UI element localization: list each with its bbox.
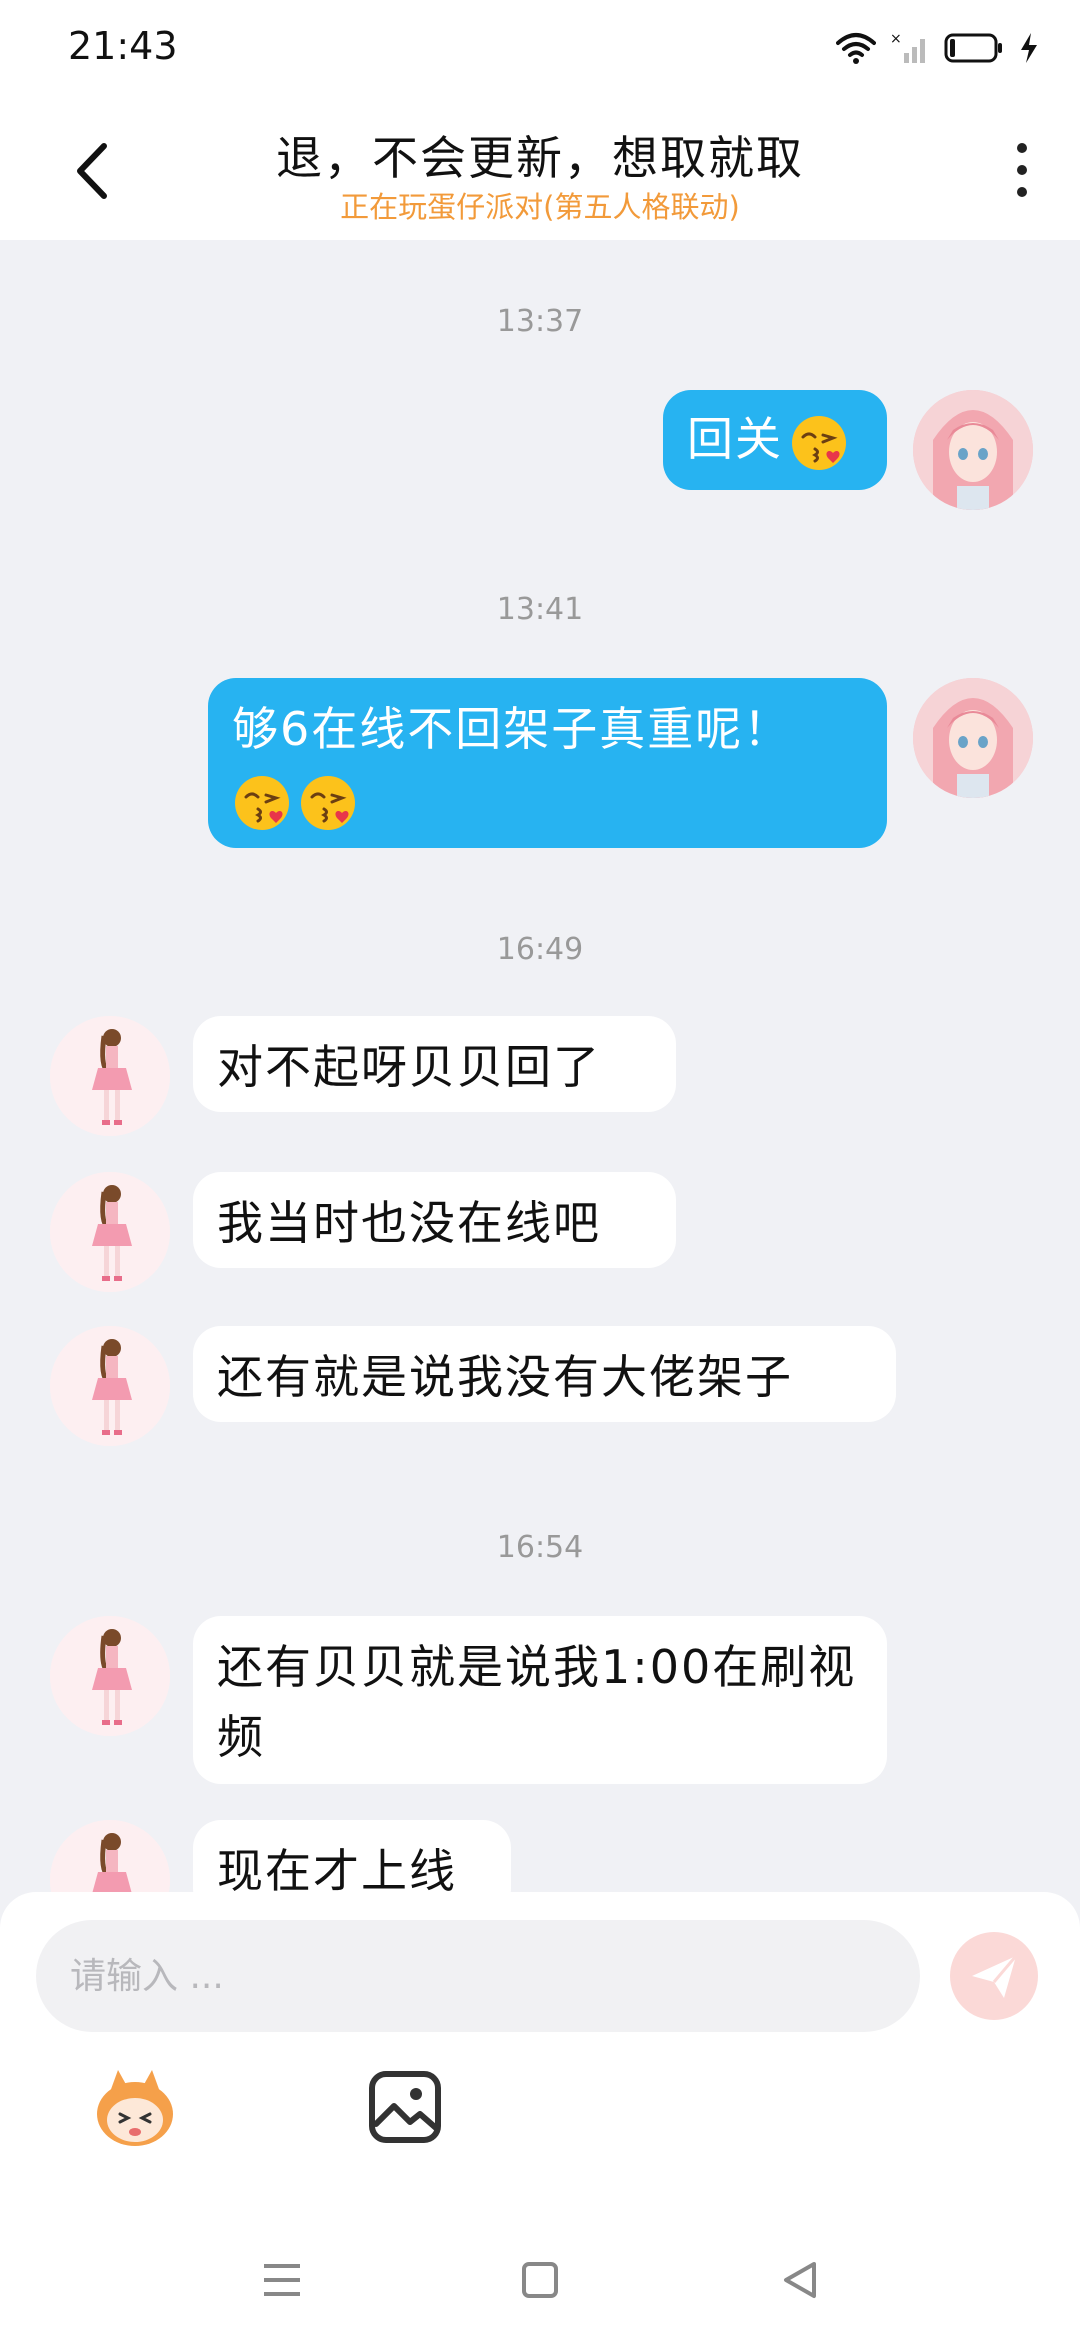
chat-header: 退，不会更新，想取就取 正在玩蛋仔派对(第五人格联动) <box>0 96 1080 240</box>
back-triangle-icon[interactable] <box>770 2250 830 2310</box>
contact-avatar[interactable] <box>50 1172 170 1292</box>
avatar-image <box>50 1616 170 1736</box>
home-square-icon[interactable] <box>510 2250 570 2310</box>
chat-messages[interactable]: 13:37 回关 13:41 够6在线不回架子真重呢！ 16:49 对不起呀贝贝… <box>0 240 1080 1892</box>
message-text: 还有就是说我没有大佬架子 <box>217 1350 793 1404</box>
message-text: 现在才上线 <box>217 1844 457 1892</box>
menu-icon[interactable] <box>252 2250 312 2310</box>
avatar-image <box>50 1172 170 1292</box>
charging-icon <box>1021 33 1037 63</box>
avatar-image <box>913 678 1033 798</box>
wifi-icon <box>836 33 876 64</box>
message-bubble-received[interactable]: 现在才上线 <box>193 1820 511 1892</box>
send-button[interactable] <box>950 1932 1038 2020</box>
my-avatar[interactable] <box>913 390 1033 510</box>
timestamp: 13:37 <box>496 304 584 339</box>
message-bubble-received[interactable]: 还有贝贝就是说我1:00在刷视频 <box>193 1616 887 1784</box>
message-text: 还有贝贝就是说我1:00在刷视频 <box>217 1640 857 1764</box>
message-text: 回关 <box>687 412 783 466</box>
image-icon[interactable] <box>360 2062 450 2152</box>
contact-avatar[interactable] <box>50 1820 170 1892</box>
more-vert-icon[interactable] <box>1010 140 1034 200</box>
avatar-image <box>50 1016 170 1136</box>
message-text: 对不起呀贝贝回了 <box>217 1040 601 1094</box>
timestamp: 16:49 <box>496 932 584 967</box>
kiss-emoji <box>298 773 358 833</box>
mascot-emoji-icon[interactable] <box>90 2062 180 2152</box>
my-avatar[interactable] <box>913 678 1033 798</box>
status-icons: × <box>836 26 1040 70</box>
contact-avatar[interactable] <box>50 1326 170 1446</box>
status-time: 21:43 <box>68 24 178 68</box>
contact-avatar[interactable] <box>50 1616 170 1736</box>
battery-icon <box>944 33 1002 63</box>
message-bubble-received[interactable]: 对不起呀贝贝回了 <box>193 1016 676 1112</box>
avatar-image <box>50 1820 170 1892</box>
signal-icon: × <box>890 31 925 63</box>
message-bubble-sent[interactable]: 回关 <box>663 390 887 490</box>
message-text: 够6在线不回架子真重呢！ <box>232 702 792 756</box>
message-bubble-received[interactable]: 我当时也没在线吧 <box>193 1172 676 1268</box>
contact-avatar[interactable] <box>50 1016 170 1136</box>
avatar-image <box>913 390 1033 510</box>
svg-text:×: × <box>890 31 902 47</box>
message-text: 我当时也没在线吧 <box>217 1196 601 1250</box>
avatar-image <box>50 1326 170 1446</box>
timestamp: 13:41 <box>496 592 584 627</box>
timestamp: 16:54 <box>496 1530 584 1565</box>
kiss-emoji <box>232 773 292 833</box>
status-bar: 21:43 × <box>0 0 1080 96</box>
chat-title: 退，不会更新，想取就取 <box>276 131 804 185</box>
message-bubble-received[interactable]: 还有就是说我没有大佬架子 <box>193 1326 896 1422</box>
system-nav-bar <box>0 2220 1080 2340</box>
chat-status: 正在玩蛋仔派对(第五人格联动) <box>340 190 740 224</box>
kiss-emoji <box>789 413 849 473</box>
message-bubble-sent[interactable]: 够6在线不回架子真重呢！ <box>208 678 887 848</box>
send-icon <box>972 1955 1018 1998</box>
message-input[interactable] <box>36 1920 920 2032</box>
